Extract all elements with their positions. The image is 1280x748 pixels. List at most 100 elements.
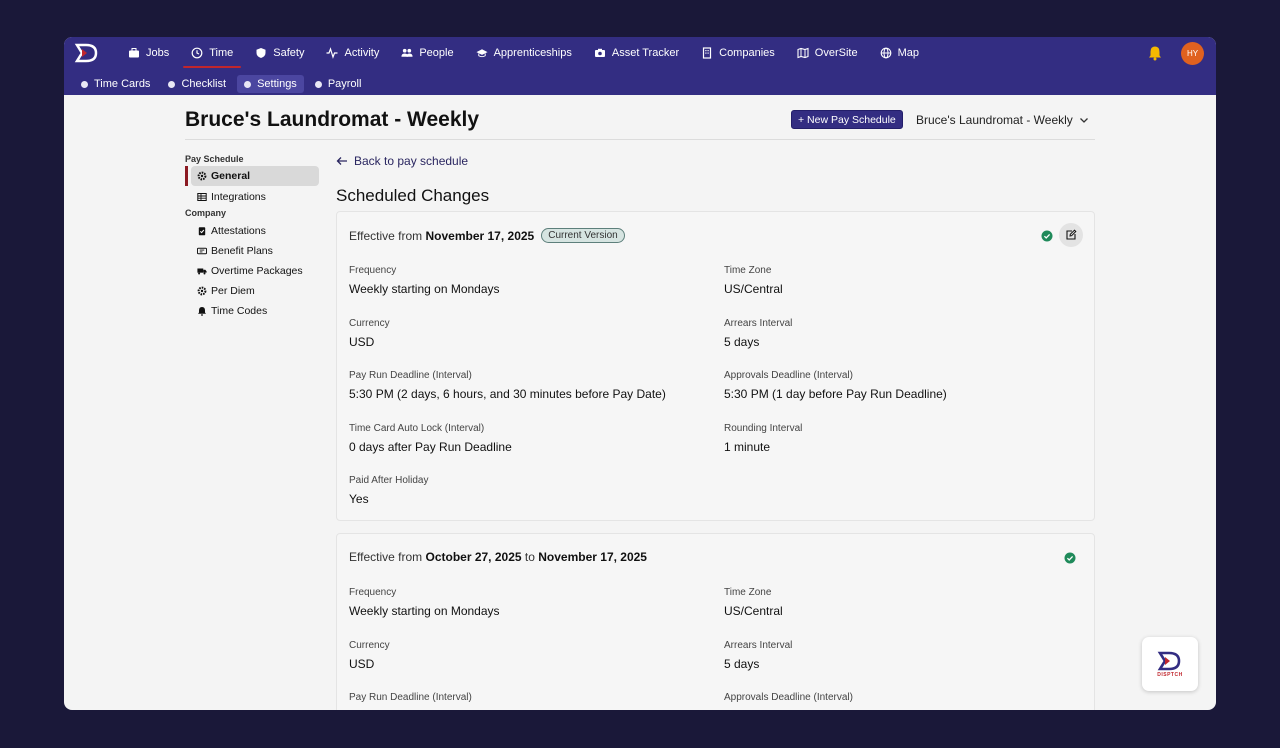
map-folded-icon [797,47,809,59]
subnav-label: Time Cards [94,78,151,90]
field-value: US/Central [724,604,783,618]
sidebar-item-label: Per Diem [211,285,255,297]
field-label: Time Card Auto Lock (Interval) [349,423,485,434]
nav-apprenticeships-label: Apprenticeships [493,47,572,59]
ticket-icon [197,246,207,256]
field-value: Yes [349,492,369,506]
page-content: Bruce's Laundromat - Weekly + New Pay Sc… [64,95,1216,710]
field-frequency: Frequency Weekly starting on Mondays [349,265,500,296]
section-title: Scheduled Changes [336,186,490,205]
dispatch-logo-icon[interactable] [74,42,100,64]
nav-oversite[interactable]: OverSite [797,45,858,61]
sidebar-item-label: Integrations [211,191,266,203]
effective-start-date: November 17, 2025 [425,228,535,243]
field-value: 0 days after Pay Run Deadline [349,440,512,454]
nav-map[interactable]: Map [880,45,919,61]
field-currency: Currency USD [349,640,390,671]
nav-people[interactable]: People [401,45,454,61]
field-label: Frequency [349,587,397,598]
nav-map-label: Map [897,47,919,59]
main-nav: Jobs Time Safety Activity People Apprent… [128,45,941,68]
field-time-zone: Time Zone US/Central [724,265,783,296]
dispatch-help-button[interactable]: DISPTCH [1142,637,1198,691]
shield-icon [255,47,267,59]
field-label: Time Zone [724,265,772,276]
edit-button[interactable] [1059,223,1083,247]
nav-time[interactable]: Time [183,45,242,68]
subnav-settings[interactable]: Settings [237,75,304,93]
field-value: 1 minute [724,440,771,454]
nav-activity[interactable]: Activity [326,45,379,61]
subnav-payroll[interactable]: Payroll [308,75,369,93]
field-approvals-deadline: Approvals Deadline (Interval) [724,692,853,703]
effective-start-date: October 27, 2025 [425,550,522,564]
building-icon [701,47,713,59]
field-value: USD [349,657,375,671]
sidebar-item-label: Attestations [211,225,266,237]
sidebar-item-integrations[interactable]: Integrations [185,187,319,207]
field-pay-run-deadline: Pay Run Deadline (Interval) [349,692,472,703]
field-value: Weekly starting on Mondays [349,604,500,618]
check-circle-icon [1041,229,1053,242]
field-value: 5 days [724,335,760,349]
app-window: Jobs Time Safety Activity People Apprent… [64,37,1216,710]
field-label: Time Zone [724,587,772,598]
nav-apprenticeships[interactable]: Apprenticeships [476,45,572,61]
field-time-card-auto-lock: Time Card Auto Lock (Interval) 0 days aft… [349,423,512,454]
sidebar-item-label: Benefit Plans [211,245,273,257]
back-link-label: Back to pay schedule [354,154,469,168]
field-currency: Currency USD [349,318,390,349]
sidebar-heading-company: Company [185,208,227,218]
main-panel: Back to pay schedule Scheduled Changes E… [336,154,1095,710]
check-circle-icon [1064,551,1076,564]
field-label: Approvals Deadline (Interval) [724,692,853,703]
schedule-version-card: Effective from October 27, 2025 to Novem… [336,533,1095,710]
sidebar-item-overtime-packages[interactable]: Overtime Packages [185,261,319,281]
nav-asset-tracker-label: Asset Tracker [611,47,680,59]
current-version-badge: Current Version [541,228,625,243]
subnav-time-cards[interactable]: Time Cards [74,75,157,93]
field-frequency: Frequency Weekly starting on Mondays [349,587,500,618]
pulse-icon [326,47,338,59]
field-value: 5:30 PM (1 day before Pay Run Deadline) [724,387,947,401]
nav-asset-tracker[interactable]: Asset Tracker [594,45,679,61]
pay-schedule-select-value: Bruce's Laundromat - Weekly [916,113,1073,127]
truck-icon [197,266,207,276]
table-icon [197,192,207,202]
sidebar-item-general[interactable]: General [185,166,319,186]
people-icon [401,47,413,59]
subnav-label: Checklist [181,78,227,90]
new-pay-schedule-button[interactable]: + New Pay Schedule [791,110,903,129]
field-rounding-interval: Rounding Interval 1 minute [724,423,802,454]
field-approvals-deadline: Approvals Deadline (Interval) 5:30 PM (1 … [724,370,947,401]
effective-prefix: Effective from [349,228,423,243]
dispatch-logo-icon [1157,651,1181,670]
dot-icon [81,80,88,88]
subnav-checklist[interactable]: Checklist [161,75,233,93]
field-value: Weekly starting on Mondays [349,282,500,296]
dot-icon [168,80,176,88]
sidebar-item-attestations[interactable]: Attestations [185,221,319,241]
nav-safety[interactable]: Safety [255,45,304,61]
fab-label: DISPTCH [1157,671,1183,678]
nav-jobs[interactable]: Jobs [128,45,169,61]
sidebar-item-time-codes[interactable]: Time Codes [185,301,319,321]
schedule-version-card: Effective from November 17, 2025 Current… [336,211,1095,521]
sidebar-item-per-diem[interactable]: Per Diem [185,281,319,301]
field-arrears-interval: Arrears Interval 5 days [724,640,792,671]
nav-companies-label: Companies [719,47,775,59]
nav-oversite-label: OverSite [814,47,858,59]
nav-companies[interactable]: Companies [701,45,775,61]
user-avatar[interactable]: HY [1181,42,1204,65]
field-pay-run-deadline: Pay Run Deadline (Interval) 5:30 PM (2 da… [349,370,666,401]
field-label: Rounding Interval [724,423,803,434]
subnav-label: Settings [257,78,297,90]
back-to-pay-schedule-link[interactable]: Back to pay schedule [336,154,1095,168]
notification-bell-icon[interactable] [1147,45,1163,61]
title-divider [185,139,1095,140]
camera-icon [594,47,606,59]
bell-icon [197,306,207,316]
settings-sidebar: Pay Schedule General Integrations Compan… [185,154,319,321]
sidebar-item-benefit-plans[interactable]: Benefit Plans [185,241,319,261]
pay-schedule-select[interactable]: Bruce's Laundromat - Weekly [916,113,1089,127]
